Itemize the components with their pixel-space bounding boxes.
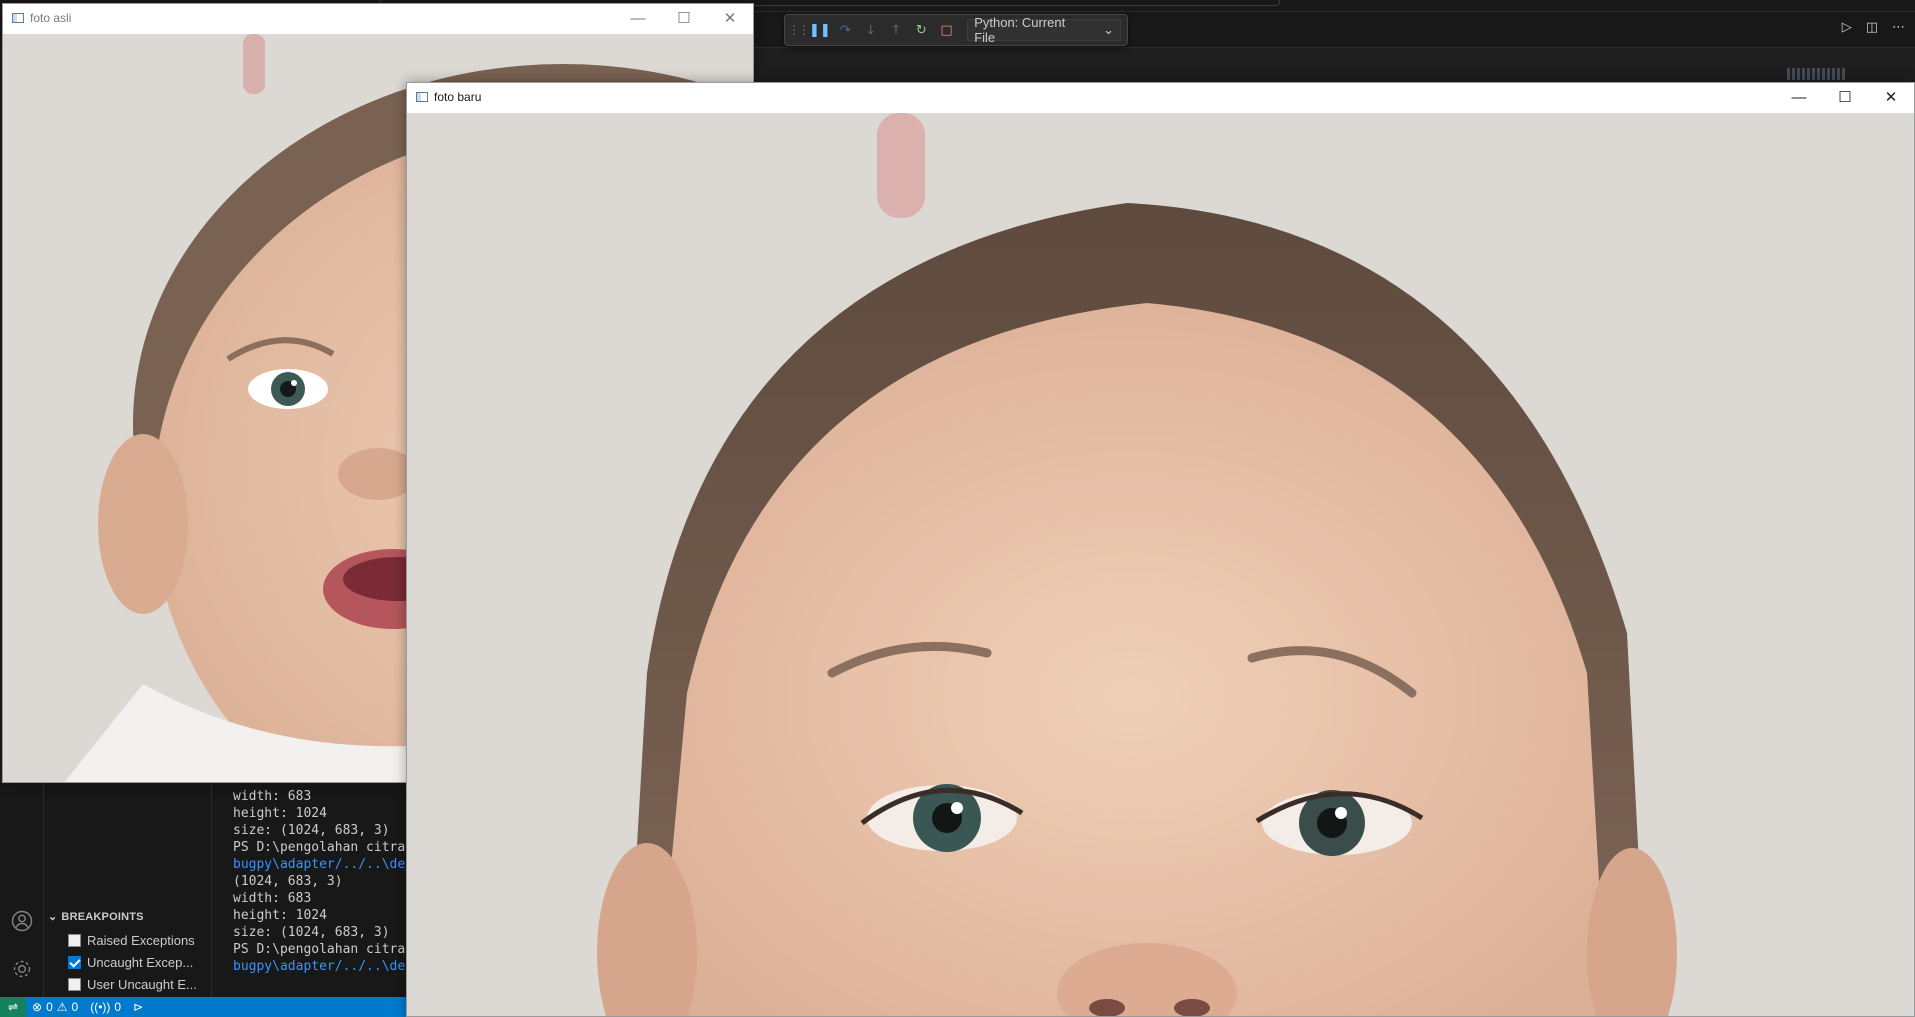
- app-icon: [12, 13, 24, 23]
- checkbox-raised-exceptions[interactable]: [68, 934, 81, 947]
- terminal-panel[interactable]: width: 683 height: 1024 size: (1024, 683…: [212, 782, 418, 997]
- debug-config-label: Python: Current File: [974, 15, 1066, 45]
- warning-icon: ⚠: [56, 1000, 68, 1014]
- window-foto-baru[interactable]: foto baru — ☐ ✕: [406, 82, 1915, 1017]
- app-icon: [416, 92, 428, 102]
- chevron-down-icon: ⌄: [1103, 22, 1114, 37]
- terminal-line: width: 683: [233, 789, 312, 804]
- breakpoints-header[interactable]: ⌄ BREAKPOINTS: [48, 910, 144, 924]
- debug-config-select[interactable]: Python: Current File ⌄: [967, 15, 1121, 45]
- more-actions-icon[interactable]: ⋯: [1892, 20, 1905, 35]
- remote-icon[interactable]: ⇌: [0, 997, 26, 1017]
- run-icon[interactable]: ▷: [1842, 20, 1852, 35]
- terminal-line: height: 1024: [233, 806, 327, 821]
- ports-status[interactable]: ((•)) 0: [84, 1000, 127, 1014]
- breakpoint-raised-exceptions[interactable]: Raised Exceptions: [68, 933, 195, 948]
- terminal-line: width: 683: [233, 891, 312, 906]
- step-into-icon[interactable]: ↓: [860, 19, 881, 41]
- minimize-icon[interactable]: —: [1776, 83, 1822, 111]
- breakpoint-uncaught-exceptions[interactable]: Uncaught Excep...: [68, 955, 193, 970]
- minimize-icon[interactable]: —: [615, 4, 661, 32]
- step-over-icon[interactable]: ↷: [835, 19, 856, 41]
- checkbox-user-uncaught-exceptions[interactable]: [68, 978, 81, 991]
- run-debug-panel: ⌄ BREAKPOINTS Raised Exceptions Uncaught…: [44, 782, 212, 997]
- maximize-icon[interactable]: ☐: [1822, 83, 1868, 111]
- terminal-line: size: (1024, 683, 3): [233, 823, 390, 838]
- minimap[interactable]: [1787, 68, 1847, 80]
- grip-icon[interactable]: ⋮⋮: [788, 19, 810, 41]
- terminal-line: size: (1024, 683, 3): [233, 925, 390, 940]
- terminal-line: PS D:\pengolahan citra\re: [233, 840, 418, 855]
- pause-icon[interactable]: ❚❚: [809, 19, 831, 41]
- terminal-link[interactable]: bugpy\adapter/../..\debug: [233, 857, 418, 872]
- broadcast-icon: ((•)): [90, 1000, 111, 1014]
- close-icon[interactable]: ✕: [707, 4, 753, 32]
- editor-actions: ▷ ◫ ⋯: [1842, 20, 1905, 35]
- window-title: foto baru: [434, 90, 482, 104]
- debug-toolbar: ⋮⋮ ❚❚ ↷ ↓ ↑ ↻ □ Python: Current File ⌄: [784, 14, 1128, 46]
- error-icon: ⊗: [32, 1000, 43, 1014]
- chevron-down-icon: ⌄: [48, 911, 58, 923]
- terminal-line: (1024, 683, 3): [233, 874, 343, 889]
- debug-alt-icon: ⊳: [133, 1000, 144, 1014]
- activity-bar: [0, 782, 44, 997]
- baby-photo-zoomed: [407, 113, 1914, 1016]
- maximize-icon[interactable]: ☐: [661, 4, 707, 32]
- window-titlebar[interactable]: foto baru — ☐ ✕: [407, 83, 1914, 111]
- terminal-line: height: 1024: [233, 908, 327, 923]
- terminal-link[interactable]: bugpy\adapter/../..\debug: [233, 959, 418, 974]
- window-title: foto asli: [30, 11, 72, 25]
- account-icon[interactable]: [9, 908, 35, 934]
- checkbox-uncaught-exceptions[interactable]: [68, 956, 81, 969]
- close-icon[interactable]: ✕: [1868, 83, 1914, 111]
- debug-status[interactable]: ⊳: [127, 1000, 149, 1014]
- stop-icon[interactable]: □: [936, 19, 957, 41]
- split-editor-icon[interactable]: ◫: [1866, 20, 1878, 35]
- window-titlebar[interactable]: foto asli — ☐ ✕: [3, 4, 753, 32]
- breakpoint-user-uncaught-exceptions[interactable]: User Uncaught E...: [68, 977, 197, 992]
- restart-icon[interactable]: ↻: [911, 19, 932, 41]
- image-canvas: [407, 113, 1914, 1016]
- settings-gear-icon[interactable]: [9, 956, 35, 982]
- terminal-line: PS D:\pengolahan citra\re: [233, 942, 418, 957]
- problems-status[interactable]: ⊗ 0 ⚠ 0: [26, 1000, 84, 1014]
- step-out-icon[interactable]: ↑: [885, 19, 906, 41]
